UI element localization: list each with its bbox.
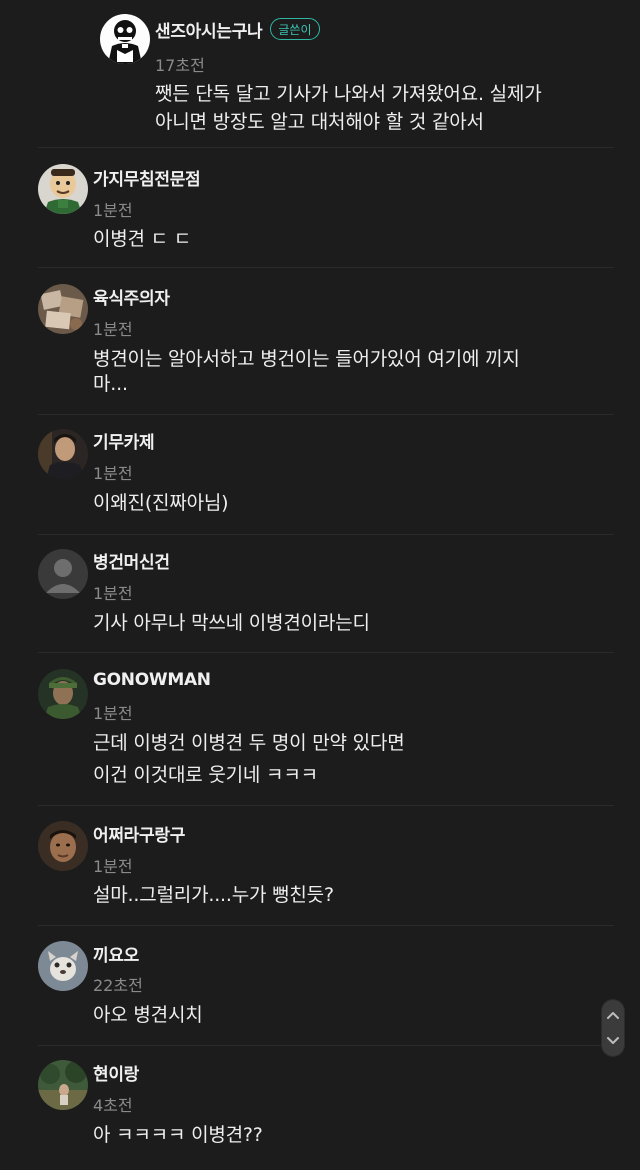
soldier-photo-avatar-icon[interactable] (38, 669, 88, 719)
comment-text-line: 아니면 방장도 알고 대처해야 할 것 같아서 (155, 111, 484, 133)
comment-timestamp: 22초전 (93, 976, 143, 995)
food-photo-avatar-icon[interactable] (38, 284, 88, 334)
comment-timestamp: 1분전 (93, 857, 133, 876)
comment-author-name[interactable]: 육식주의자 (93, 284, 170, 309)
comment-text-line: 이왜진(진짜아님) (93, 492, 229, 514)
comment-timestamp: 1분전 (93, 704, 133, 723)
comment-author-name[interactable]: 끼요오 (93, 941, 139, 966)
comment-timestamp: 1분전 (93, 584, 133, 603)
comment-author-name[interactable]: 현이랑 (93, 1060, 139, 1085)
default-user-avatar-icon[interactable] (38, 549, 88, 599)
comment-item: 어쩌라구랑구 1분전 설마..그럴리가....누가 뻥친듯? (0, 806, 640, 926)
comment-author-name[interactable]: 병건머신건 (93, 548, 170, 573)
cartoon-man-avatar-icon[interactable] (38, 164, 88, 214)
comment-text-line: 아오 병견시치 (93, 1004, 203, 1026)
comment-text-line: 근데 이병건 이병견 두 명이 만약 있다면 (93, 732, 405, 754)
comment-item: 샌즈아시는구나 글쓴이 17초전 쨋든 단독 달고 기사가 나와서 가져왔어요.… (0, 0, 640, 148)
comment-text-line: 병견이는 알아서하고 병건이는 들어가있어 여기에 끼지 (93, 348, 520, 370)
author-badge: 글쓴이 (270, 18, 320, 40)
comment-author-name[interactable]: 샌즈아시는구나 (155, 17, 263, 42)
scroll-handle[interactable] (602, 1000, 624, 1056)
skeleton-avatar-icon[interactable] (100, 14, 150, 64)
comment-text-line: 기사 아무나 막쓰네 이병견이라는디 (93, 612, 370, 634)
comment-item: 가지무침전문점 1분전 이병견 ㄷ ㄷ (0, 148, 640, 268)
comment-text-line: 이건 이것대로 웃기네 ㅋㅋㅋ (93, 764, 318, 786)
comment-item: 현이랑 4초전 아 ㅋㅋㅋㅋ 이병견?? (0, 1046, 640, 1170)
comment-item: 육식주의자 1분전 병견이는 알아서하고 병건이는 들어가있어 여기에 끼지 마… (0, 268, 640, 415)
comment-text-line: 아 ㅋㅋㅋㅋ 이병견?? (93, 1124, 263, 1146)
comment-text-line: 쨋든 단독 달고 기사가 나와서 가져왔어요. 실제가 (155, 83, 542, 105)
comment-item: GONOWMAN 1분전 근데 이병건 이병견 두 명이 만약 있다면 이건 이… (0, 653, 640, 806)
comment-timestamp: 1분전 (93, 320, 133, 339)
comment-author-name[interactable]: 기무카제 (93, 428, 155, 453)
comment-text-line: 설마..그럴리가....누가 뻥친듯? (93, 884, 334, 906)
chevron-down-icon[interactable] (606, 1036, 620, 1046)
comment-author-name[interactable]: GONOWMAN (93, 670, 211, 690)
comment-text-line: 이병견 ㄷ ㄷ (93, 228, 192, 250)
chevron-up-icon[interactable] (606, 1010, 620, 1020)
man-face-avatar-icon[interactable] (38, 821, 88, 871)
comment-author-name[interactable]: 어쩌라구랑구 (93, 821, 185, 846)
comment-item: 끼요오 22초전 아오 병견시치 (0, 926, 640, 1046)
comment-author-name[interactable]: 가지무침전문점 (93, 165, 201, 190)
comment-text-line: 마... (93, 373, 128, 395)
comment-item: 병건머신건 1분전 기사 아무나 막쓰네 이병견이라는디 (0, 535, 640, 653)
comment-item: 기무카제 1분전 이왜진(진짜아님) (0, 415, 640, 535)
outdoor-photo-avatar-icon[interactable] (38, 1060, 88, 1110)
man-photo-avatar-icon[interactable] (38, 429, 88, 479)
comment-timestamp: 1분전 (93, 201, 133, 220)
animal-photo-avatar-icon[interactable] (38, 941, 88, 991)
comment-timestamp: 17초전 (155, 56, 205, 75)
comment-timestamp: 4초전 (93, 1096, 133, 1115)
comment-timestamp: 1분전 (93, 464, 133, 483)
